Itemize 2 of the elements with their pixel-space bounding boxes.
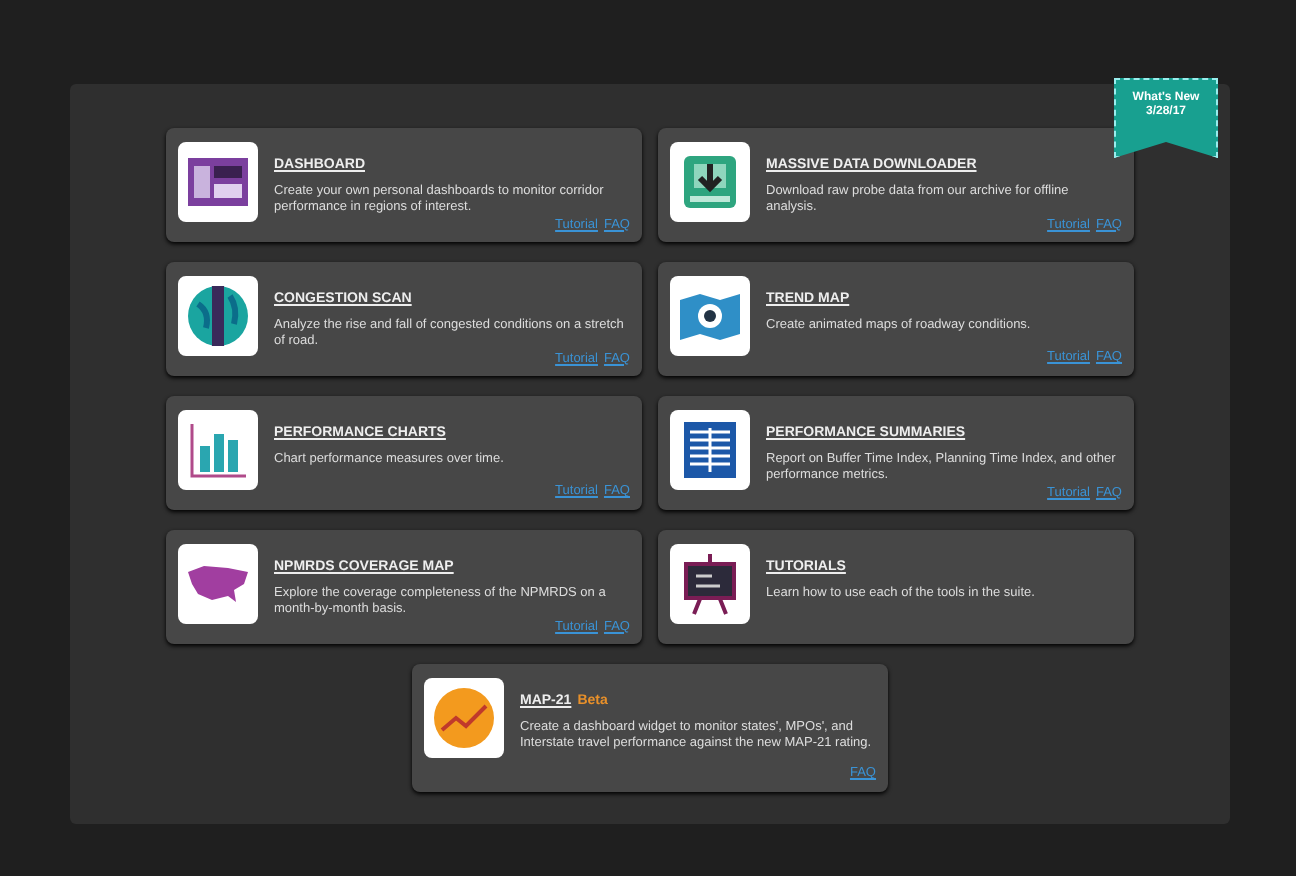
globe-icon[interactable] (182, 280, 254, 352)
map21-logo-icon[interactable] (428, 682, 500, 754)
